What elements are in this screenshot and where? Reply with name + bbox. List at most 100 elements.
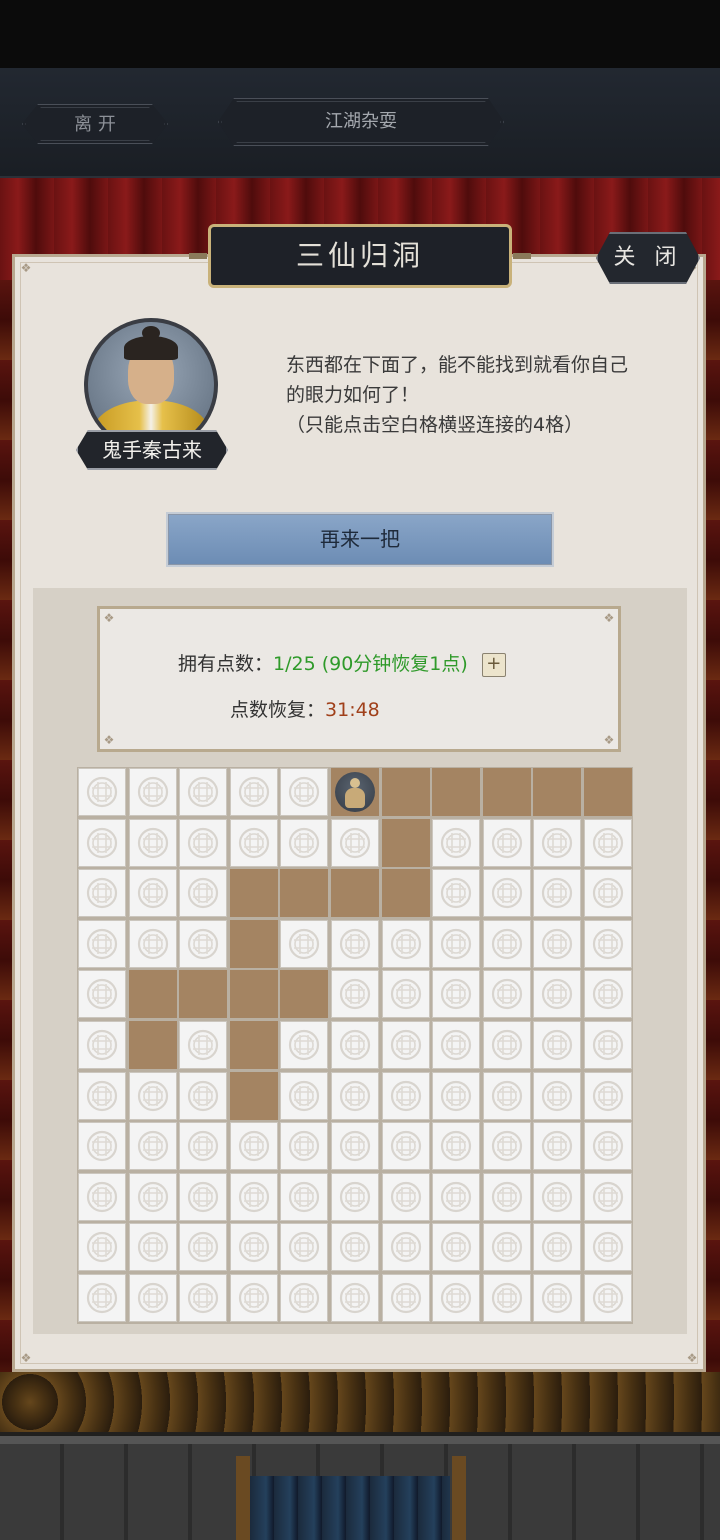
- replay-button[interactable]: 再来一把: [166, 512, 554, 567]
- board-tile[interactable]: [128, 1071, 177, 1120]
- board-tile[interactable]: [482, 1122, 531, 1171]
- board-tile[interactable]: [179, 1223, 228, 1272]
- board-tile[interactable]: [533, 1021, 582, 1069]
- board-tile[interactable]: [128, 919, 177, 968]
- board-tile[interactable]: [533, 1172, 582, 1221]
- board-tile[interactable]: [78, 1071, 126, 1120]
- board-tile[interactable]: [584, 1172, 632, 1221]
- board-tile[interactable]: [533, 869, 582, 918]
- board-tile[interactable]: [584, 818, 632, 867]
- board-tile[interactable]: [432, 1122, 481, 1171]
- leave-button[interactable]: 离 开: [22, 104, 168, 144]
- board-tile[interactable]: [179, 869, 228, 918]
- board-tile[interactable]: [381, 1021, 430, 1069]
- add-points-plus-icon[interactable]: +: [481, 652, 506, 677]
- board-tile[interactable]: [179, 1122, 228, 1171]
- board-tile[interactable]: [179, 768, 228, 816]
- board-tile[interactable]: [331, 1021, 379, 1069]
- board-tile[interactable]: [331, 1172, 379, 1221]
- board-tile[interactable]: [331, 919, 379, 968]
- board-tile[interactable]: [179, 1021, 228, 1069]
- board-tile[interactable]: [179, 919, 228, 968]
- board-tile[interactable]: [280, 1274, 329, 1322]
- board-tile[interactable]: [331, 1274, 379, 1322]
- board-tile[interactable]: [78, 1172, 126, 1221]
- board-tile[interactable]: [584, 869, 632, 918]
- board-tile[interactable]: [331, 1223, 379, 1272]
- board-tile[interactable]: [331, 818, 379, 867]
- board-tile[interactable]: [128, 869, 177, 918]
- board-tile[interactable]: [432, 970, 481, 1019]
- board-tile[interactable]: [229, 818, 278, 867]
- board-tile[interactable]: [381, 970, 430, 1019]
- board-tile[interactable]: [78, 919, 126, 968]
- board-tile[interactable]: [482, 1071, 531, 1120]
- board-tile[interactable]: [128, 768, 177, 816]
- board-tile[interactable]: [584, 1223, 632, 1272]
- board-tile[interactable]: [381, 1122, 430, 1171]
- board-tile[interactable]: [432, 1172, 481, 1221]
- board-tile[interactable]: [78, 1274, 126, 1322]
- board-tile[interactable]: [280, 1223, 329, 1272]
- board-tile[interactable]: [280, 768, 329, 816]
- board-tile[interactable]: [584, 919, 632, 968]
- board-tile[interactable]: [482, 970, 531, 1019]
- close-button[interactable]: 关 闭: [596, 232, 700, 284]
- board-tile[interactable]: [533, 818, 582, 867]
- board-tile[interactable]: [533, 1122, 582, 1171]
- board-tile[interactable]: [229, 1172, 278, 1221]
- board-tile[interactable]: [179, 1172, 228, 1221]
- board-tile[interactable]: [381, 1071, 430, 1120]
- board-tile[interactable]: [229, 1122, 278, 1171]
- board-tile[interactable]: [280, 919, 329, 968]
- board-tile[interactable]: [584, 1274, 632, 1322]
- board-tile[interactable]: [432, 818, 481, 867]
- board-tile[interactable]: [584, 970, 632, 1019]
- board-tile[interactable]: [584, 1021, 632, 1069]
- board-tile[interactable]: [381, 1274, 430, 1322]
- board-tile[interactable]: [482, 818, 531, 867]
- board-tile[interactable]: [381, 1172, 430, 1221]
- board-tile[interactable]: [432, 1223, 481, 1272]
- board-tile[interactable]: [381, 919, 430, 968]
- board-tile[interactable]: [280, 1021, 329, 1069]
- board-tile[interactable]: [78, 1122, 126, 1171]
- board-tile[interactable]: [482, 1274, 531, 1322]
- board-tile[interactable]: [432, 919, 481, 968]
- board-tile[interactable]: [229, 1274, 278, 1322]
- board-tile[interactable]: [78, 768, 126, 816]
- board-tile[interactable]: [128, 1172, 177, 1221]
- board-tile[interactable]: [432, 869, 481, 918]
- board-tile[interactable]: [533, 919, 582, 968]
- board-tile[interactable]: [78, 869, 126, 918]
- board-tile[interactable]: [482, 1021, 531, 1069]
- board-tile[interactable]: [482, 1223, 531, 1272]
- board-tile[interactable]: [533, 1223, 582, 1272]
- board-tile[interactable]: [331, 1122, 379, 1171]
- board-tile[interactable]: [128, 1122, 177, 1171]
- board-tile[interactable]: [280, 1071, 329, 1120]
- board-tile[interactable]: [482, 869, 531, 918]
- board-tile[interactable]: [229, 768, 278, 816]
- board-tile[interactable]: [584, 1122, 632, 1171]
- board-tile[interactable]: [128, 1274, 177, 1322]
- board-tile[interactable]: [179, 818, 228, 867]
- board-tile[interactable]: [78, 970, 126, 1019]
- board-tile[interactable]: [331, 970, 379, 1019]
- board-tile[interactable]: [331, 1071, 379, 1120]
- board-tile[interactable]: [280, 1172, 329, 1221]
- board-tile[interactable]: [280, 1122, 329, 1171]
- board-tile[interactable]: [432, 1071, 481, 1120]
- board-tile[interactable]: [482, 1172, 531, 1221]
- board-tile[interactable]: [128, 818, 177, 867]
- board-tile[interactable]: [128, 1223, 177, 1272]
- board-tile[interactable]: [78, 1223, 126, 1272]
- board-tile[interactable]: [533, 1071, 582, 1120]
- board-tile[interactable]: [533, 1274, 582, 1322]
- board-tile[interactable]: [381, 1223, 430, 1272]
- board-tile[interactable]: [533, 970, 582, 1019]
- board-tile[interactable]: [78, 1021, 126, 1069]
- board-tile[interactable]: [584, 1071, 632, 1120]
- board-tile[interactable]: [280, 818, 329, 867]
- board-tile[interactable]: [229, 1223, 278, 1272]
